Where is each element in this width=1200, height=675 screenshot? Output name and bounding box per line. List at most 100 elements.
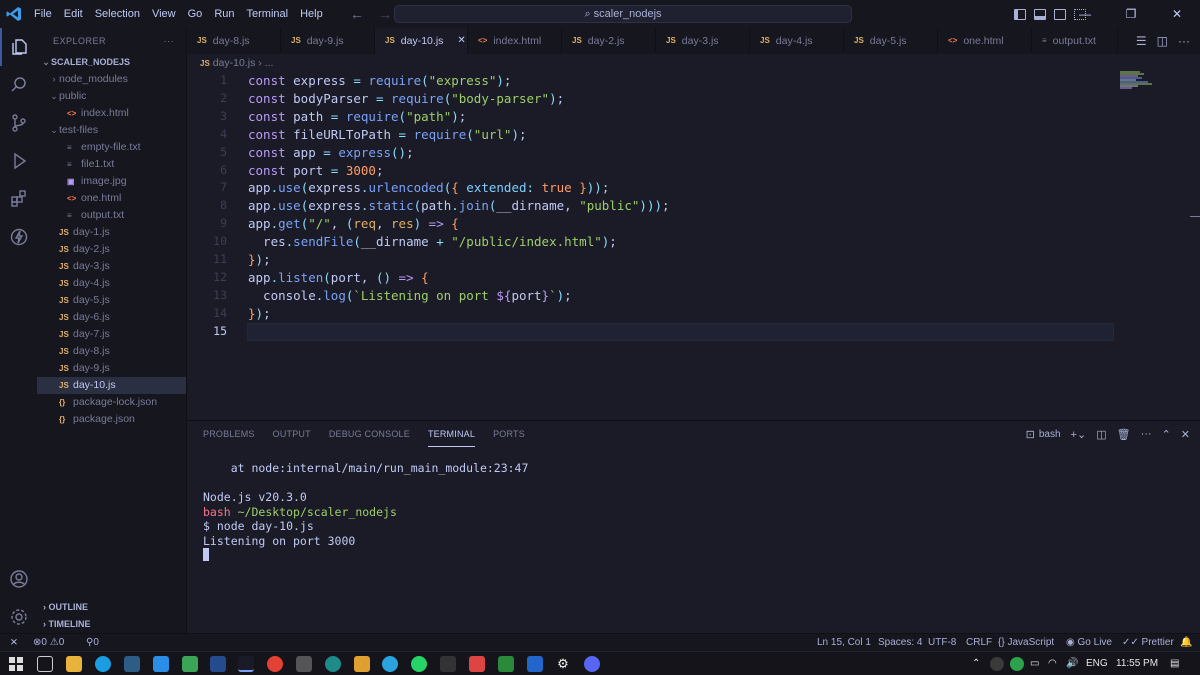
- close-tab-icon[interactable]: ✕: [457, 28, 465, 54]
- maximize-icon[interactable]: ❐: [1108, 7, 1154, 21]
- file-item[interactable]: JS day-5.js: [37, 292, 186, 309]
- app-icon[interactable]: [527, 656, 543, 672]
- whatsapp-icon[interactable]: [411, 656, 427, 672]
- file-item[interactable]: JS day-7.js: [37, 326, 186, 343]
- trash-icon[interactable]: 🗑: [1117, 428, 1131, 441]
- tray-app-icon[interactable]: [990, 657, 1004, 671]
- menu-item-run[interactable]: Run: [208, 0, 240, 28]
- tray-app-icon[interactable]: [1010, 657, 1024, 671]
- sublime-icon[interactable]: [354, 656, 370, 672]
- settings-gear-icon[interactable]: [0, 598, 37, 636]
- volume-icon[interactable]: 🔊: [1066, 652, 1078, 675]
- tray-chevron-icon[interactable]: ⌃: [972, 652, 980, 675]
- file-explorer-icon[interactable]: [66, 656, 82, 672]
- battery-icon[interactable]: ▭: [1030, 652, 1039, 675]
- app-icon[interactable]: [440, 656, 456, 672]
- file-item[interactable]: JS day-8.js: [37, 343, 186, 360]
- app-icon[interactable]: [124, 656, 140, 672]
- tab-index-html[interactable]: <> index.html: [468, 28, 562, 54]
- maximize-panel-icon[interactable]: ⌃: [1162, 428, 1171, 441]
- panel-tab-output[interactable]: OUTPUT: [273, 421, 311, 447]
- file-item[interactable]: JS day-9.js: [37, 360, 186, 377]
- encoding[interactable]: UTF-8: [928, 634, 956, 652]
- command-center-search[interactable]: ⌕ scaler_nodejs: [394, 5, 852, 23]
- timeline-section[interactable]: › TIMELINE: [37, 616, 187, 633]
- menu-item-help[interactable]: Help: [294, 0, 329, 28]
- breadcrumb-file[interactable]: day-10.js: [213, 57, 256, 69]
- panel-tab-debug-console[interactable]: DEBUG CONSOLE: [329, 421, 410, 447]
- ports-indicator[interactable]: ⚲0: [86, 634, 99, 652]
- clapper-icon[interactable]: [296, 656, 312, 672]
- prettier-button[interactable]: ✓✓ Prettier: [1122, 634, 1174, 652]
- thunder-client-icon[interactable]: [0, 218, 37, 256]
- run-debug-icon[interactable]: [0, 142, 37, 180]
- file-item[interactable]: ≡ file1.txt: [37, 156, 186, 173]
- input-language[interactable]: ENG: [1086, 652, 1108, 675]
- toggle-sidebar-icon[interactable]: [1014, 8, 1026, 20]
- cursor-position[interactable]: Ln 15, Col 1: [817, 634, 871, 652]
- file-item[interactable]: JS day-2.js: [37, 241, 186, 258]
- open-changes-icon[interactable]: ☰: [1136, 34, 1147, 48]
- minimize-icon[interactable]: —: [1062, 7, 1108, 21]
- edge-icon[interactable]: [95, 656, 111, 672]
- task-view-icon[interactable]: [37, 656, 53, 672]
- file-item[interactable]: ≡ output.txt: [37, 207, 186, 224]
- notepad-icon[interactable]: [182, 656, 198, 672]
- file-item[interactable]: JS day-10.js: [37, 377, 186, 394]
- breadcrumb-more[interactable]: ...: [265, 57, 274, 69]
- tab-output-txt[interactable]: ≡ output.txt: [1032, 28, 1118, 54]
- windows-start-icon[interactable]: [8, 656, 24, 672]
- tab-day-5-js[interactable]: JS day-5.js: [844, 28, 938, 54]
- extensions-icon[interactable]: [0, 180, 37, 218]
- powershell-icon[interactable]: [210, 656, 226, 672]
- file-item[interactable]: JS day-4.js: [37, 275, 186, 292]
- split-terminal-icon[interactable]: ◫: [1096, 428, 1106, 441]
- more-actions-icon[interactable]: ···: [164, 28, 175, 54]
- tab-day-8-js[interactable]: JS day-8.js: [187, 28, 281, 54]
- menu-item-edit[interactable]: Edit: [58, 0, 89, 28]
- wifi-icon[interactable]: ◠: [1048, 652, 1057, 675]
- app-icon[interactable]: [325, 656, 341, 672]
- file-item[interactable]: JS day-3.js: [37, 258, 186, 275]
- indentation[interactable]: Spaces: 4: [878, 634, 922, 652]
- forward-arrow-icon[interactable]: →: [378, 6, 392, 22]
- tab-day-2-js[interactable]: JS day-2.js: [562, 28, 656, 54]
- app-icon[interactable]: [469, 656, 485, 672]
- remote-icon[interactable]: ⨯: [0, 634, 28, 652]
- file-item[interactable]: JS day-1.js: [37, 224, 186, 241]
- notifications-bell-icon[interactable]: 🔔: [1180, 634, 1192, 652]
- account-icon[interactable]: [0, 560, 37, 598]
- telegram-icon[interactable]: [382, 656, 398, 672]
- file-item[interactable]: {} package.json: [37, 411, 186, 428]
- tab-day-3-js[interactable]: JS day-3.js: [656, 28, 750, 54]
- vscode-taskbar-icon[interactable]: [153, 656, 169, 672]
- minimap[interactable]: [1118, 70, 1158, 90]
- folder-item[interactable]: ⌄ test-files: [37, 122, 186, 139]
- go-live-button[interactable]: ◉ Go Live: [1066, 634, 1112, 652]
- folder-item[interactable]: › node_modules: [37, 71, 186, 88]
- tab-day-10-js[interactable]: JS day-10.js ✕: [375, 28, 468, 54]
- file-item[interactable]: <> index.html: [37, 105, 186, 122]
- close-window-icon[interactable]: ✕: [1154, 7, 1200, 21]
- panel-tab-terminal[interactable]: TERMINAL: [427, 421, 476, 447]
- explorer-icon[interactable]: [0, 28, 37, 66]
- file-item[interactable]: <> one.html: [37, 190, 186, 207]
- panel-tab-problems[interactable]: PROBLEMS: [203, 421, 255, 447]
- settings-icon[interactable]: ⚙: [555, 656, 571, 672]
- file-item[interactable]: ▣ image.jpg: [37, 173, 186, 190]
- menu-item-file[interactable]: File: [28, 0, 58, 28]
- problems-indicator[interactable]: ⊗0 ⚠0: [33, 634, 64, 652]
- new-terminal-icon[interactable]: +⌄: [1071, 428, 1087, 441]
- menu-item-terminal[interactable]: Terminal: [241, 0, 295, 28]
- menu-item-go[interactable]: Go: [182, 0, 209, 28]
- split-editor-icon[interactable]: ◫: [1157, 34, 1168, 48]
- chrome-icon[interactable]: [267, 656, 283, 672]
- discord-icon[interactable]: [584, 656, 600, 672]
- language-mode[interactable]: {} JavaScript: [998, 634, 1054, 652]
- close-panel-icon[interactable]: ✕: [1181, 428, 1190, 441]
- menu-item-view[interactable]: View: [146, 0, 182, 28]
- more-actions-icon[interactable]: ···: [1178, 34, 1190, 48]
- file-item[interactable]: JS day-6.js: [37, 309, 186, 326]
- workspace-root[interactable]: ⌄ SCALER_NODEJS: [37, 54, 186, 71]
- tab-day-9-js[interactable]: JS day-9.js: [281, 28, 375, 54]
